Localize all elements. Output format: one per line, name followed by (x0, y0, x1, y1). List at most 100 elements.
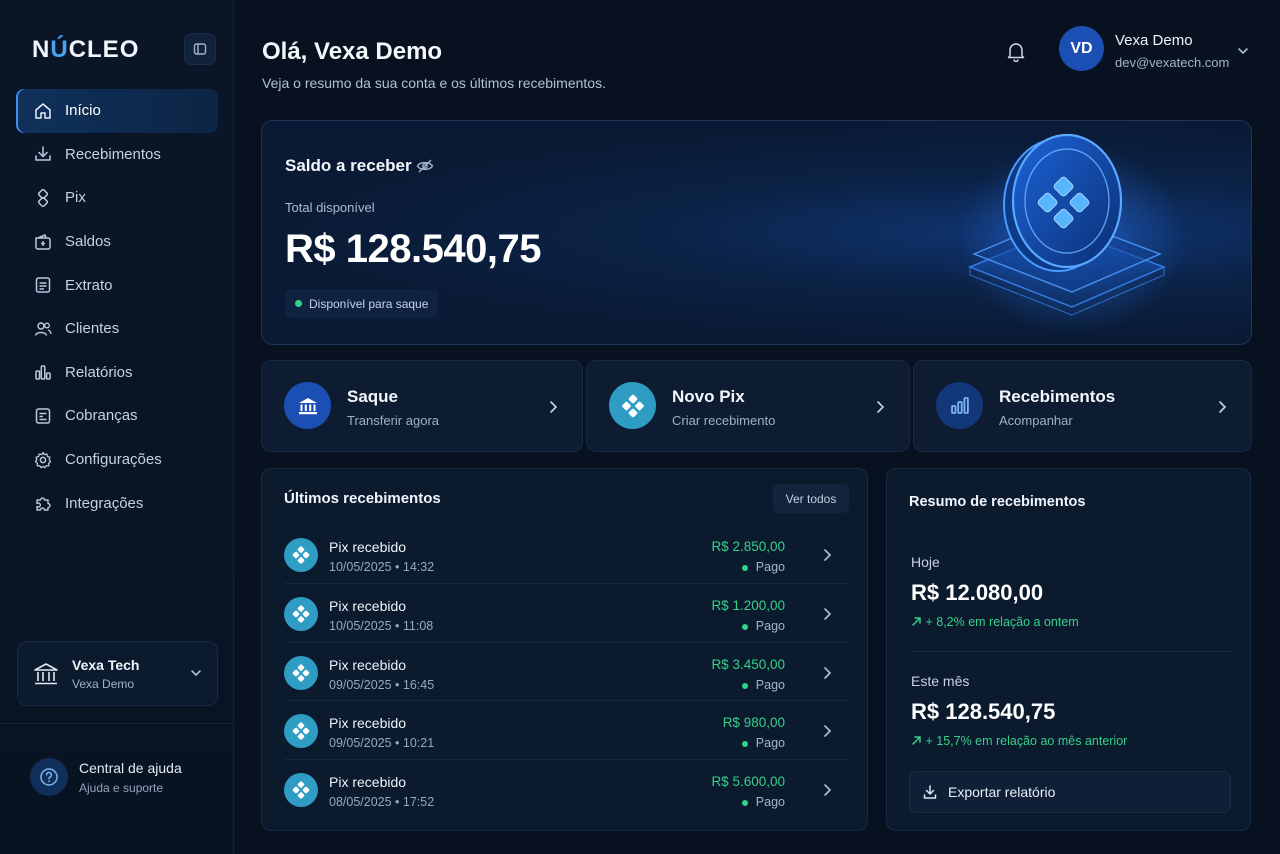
help-icon (30, 758, 68, 796)
receipt-status: Pago (741, 560, 785, 574)
bar-chart-icon (936, 382, 983, 429)
action-recebimentos[interactable]: Recebimentos Acompanhar (913, 360, 1252, 452)
receipt-title: Pix recebido (329, 597, 407, 614)
help-center-link[interactable]: Central de ajuda Ajuda e suporte (30, 758, 182, 796)
month-change: + 15,7% em relação ao mês anterior (911, 734, 1127, 748)
month-change-text: + 15,7% em relação ao mês anterior (925, 734, 1128, 748)
pix-icon (284, 773, 318, 808)
balance-card: Saldo a receber Total disponível R$ 128.… (261, 120, 1252, 345)
list-item[interactable]: Pix recebido 10/05/2025 • 14:32 R$ 2.850… (284, 525, 848, 584)
action-saque[interactable]: Saque Transferir agora (261, 360, 583, 452)
balance-label: Total disponível (285, 200, 375, 215)
list-item[interactable]: Pix recebido 09/05/2025 • 10:21 R$ 980,0… (284, 701, 848, 761)
sidebar-item-integracoes[interactable]: Integrações (16, 481, 218, 525)
page-title: Olá, Vexa Demo (262, 38, 443, 65)
receipt-amount: R$ 1.200,00 (711, 597, 785, 613)
month-value: R$ 128.540,75 (911, 699, 1056, 724)
collapse-sidebar-button[interactable] (184, 33, 216, 65)
sidebar-item-inicio[interactable]: Início (16, 89, 218, 133)
user-menu-chevron-icon[interactable] (1236, 44, 1250, 58)
download-icon (923, 785, 937, 799)
sidebar-item-label: Recebimentos (65, 145, 161, 163)
user-email: dev@vexatech.com (1115, 55, 1230, 70)
action-title: Novo Pix (672, 387, 745, 406)
receipts-list: Pix recebido 10/05/2025 • 14:32 R$ 2.850… (284, 525, 848, 819)
sidebar-divider (0, 723, 234, 724)
receipt-date: 08/05/2025 • 17:52 (329, 795, 435, 810)
sidebar-item-label: Saldos (65, 233, 111, 251)
action-title: Saque (347, 387, 399, 406)
user-name[interactable]: Vexa Demo (1115, 32, 1193, 49)
view-all-button[interactable]: Ver todos (773, 484, 849, 513)
export-report-button[interactable]: Exportar relatório (909, 771, 1231, 813)
sidebar-item-label: Cobranças (65, 407, 138, 425)
receipt-title: Pix recebido (329, 656, 407, 673)
puzzle-icon (33, 493, 53, 513)
today-change-text: + 8,2% em relação a ontem (925, 615, 1079, 629)
pix-icon (33, 188, 53, 208)
avatar[interactable]: VD (1059, 26, 1104, 71)
receipt-date: 10/05/2025 • 14:32 (329, 560, 435, 574)
logo[interactable]: NÚCLEO (32, 36, 139, 64)
sidebar-nav: Início Recebimentos Pix Saldos Extrato C… (16, 89, 218, 525)
recent-receipts-panel: Últimos recebimentos Ver todos Pix receb… (261, 468, 868, 831)
receipt-status: Pago (741, 619, 785, 633)
gear-icon (33, 450, 53, 470)
help-subtitle: Ajuda e suporte (79, 780, 164, 795)
action-title: Recebimentos (999, 387, 1116, 406)
company-info: Vexa Tech Vexa Demo (72, 657, 139, 691)
sidebar-item-label: Relatórios (65, 363, 133, 381)
company-user: Vexa Demo (72, 676, 135, 691)
sidebar-item-pix[interactable]: Pix (16, 176, 218, 220)
action-novo-pix[interactable]: Novo Pix Criar recebimento (586, 360, 910, 452)
chevron-right-icon (550, 401, 558, 413)
action-subtitle: Criar recebimento (672, 413, 776, 428)
list-item[interactable]: Pix recebido 10/05/2025 • 11:08 R$ 1.200… (284, 584, 848, 643)
list-item[interactable]: Pix recebido 09/05/2025 • 16:45 R$ 3.450… (284, 643, 848, 702)
receipt-title: Pix recebido (329, 715, 407, 732)
pix-icon (284, 538, 318, 572)
eye-off-icon[interactable] (416, 158, 434, 174)
month-label: Este mês (911, 673, 970, 689)
today-change: + 8,2% em relação a ontem (911, 615, 1079, 629)
sidebar-item-extrato[interactable]: Extrato (16, 263, 218, 307)
pix-coin-illustration (957, 133, 1187, 334)
chevron-down-icon (191, 670, 201, 677)
today-label: Hoje (911, 554, 940, 570)
action-subtitle: Transferir agora (347, 413, 439, 428)
receipt-amount: R$ 980,00 (722, 715, 785, 731)
download-tray-icon (33, 144, 53, 164)
page-subtitle: Veja o resumo da sua conta e os últimos … (262, 75, 606, 91)
chevron-right-icon (1219, 401, 1227, 413)
sidebar-item-clientes[interactable]: Clientes (16, 307, 218, 351)
list-item[interactable]: Pix recebido 08/05/2025 • 17:52 R$ 5.600… (284, 760, 848, 819)
divider (911, 651, 1231, 652)
sidebar-item-cobrancas[interactable]: Cobranças (16, 394, 218, 438)
balance-title: Saldo a receber (285, 156, 412, 175)
sidebar-item-relatorios[interactable]: Relatórios (16, 351, 218, 395)
pix-icon (609, 382, 656, 429)
arrow-up-right-icon (912, 617, 921, 626)
receipt-date: 10/05/2025 • 11:08 (329, 618, 434, 633)
status-badge: Disponível para saque (285, 289, 439, 318)
receipt-amount: R$ 3.450,00 (711, 656, 785, 672)
home-icon (33, 101, 53, 121)
sidebar-toggle-icon (193, 43, 207, 55)
export-label: Exportar relatório (948, 784, 1056, 800)
pix-icon (284, 655, 318, 690)
notifications-button[interactable] (1005, 40, 1027, 67)
receipt-title: Pix recebido (329, 774, 407, 791)
sidebar-item-recebimentos[interactable]: Recebimentos (16, 133, 218, 177)
company-name: Vexa Tech (72, 656, 140, 673)
chevron-right-icon (824, 784, 832, 797)
company-switcher[interactable]: Vexa Tech Vexa Demo (17, 641, 218, 706)
sidebar-item-configuracoes[interactable]: Configurações (16, 438, 218, 482)
sidebar-item-saldos[interactable]: Saldos (16, 220, 218, 264)
chevron-right-icon (824, 725, 832, 738)
sidebar-item-label: Configurações (65, 451, 162, 469)
sidebar-item-label: Clientes (65, 320, 120, 338)
balance-value: R$ 128.540,75 (285, 227, 541, 271)
sidebar-item-label: Início (65, 102, 101, 120)
wallet-icon (33, 232, 53, 252)
receipt-date: 09/05/2025 • 16:45 (329, 677, 435, 692)
